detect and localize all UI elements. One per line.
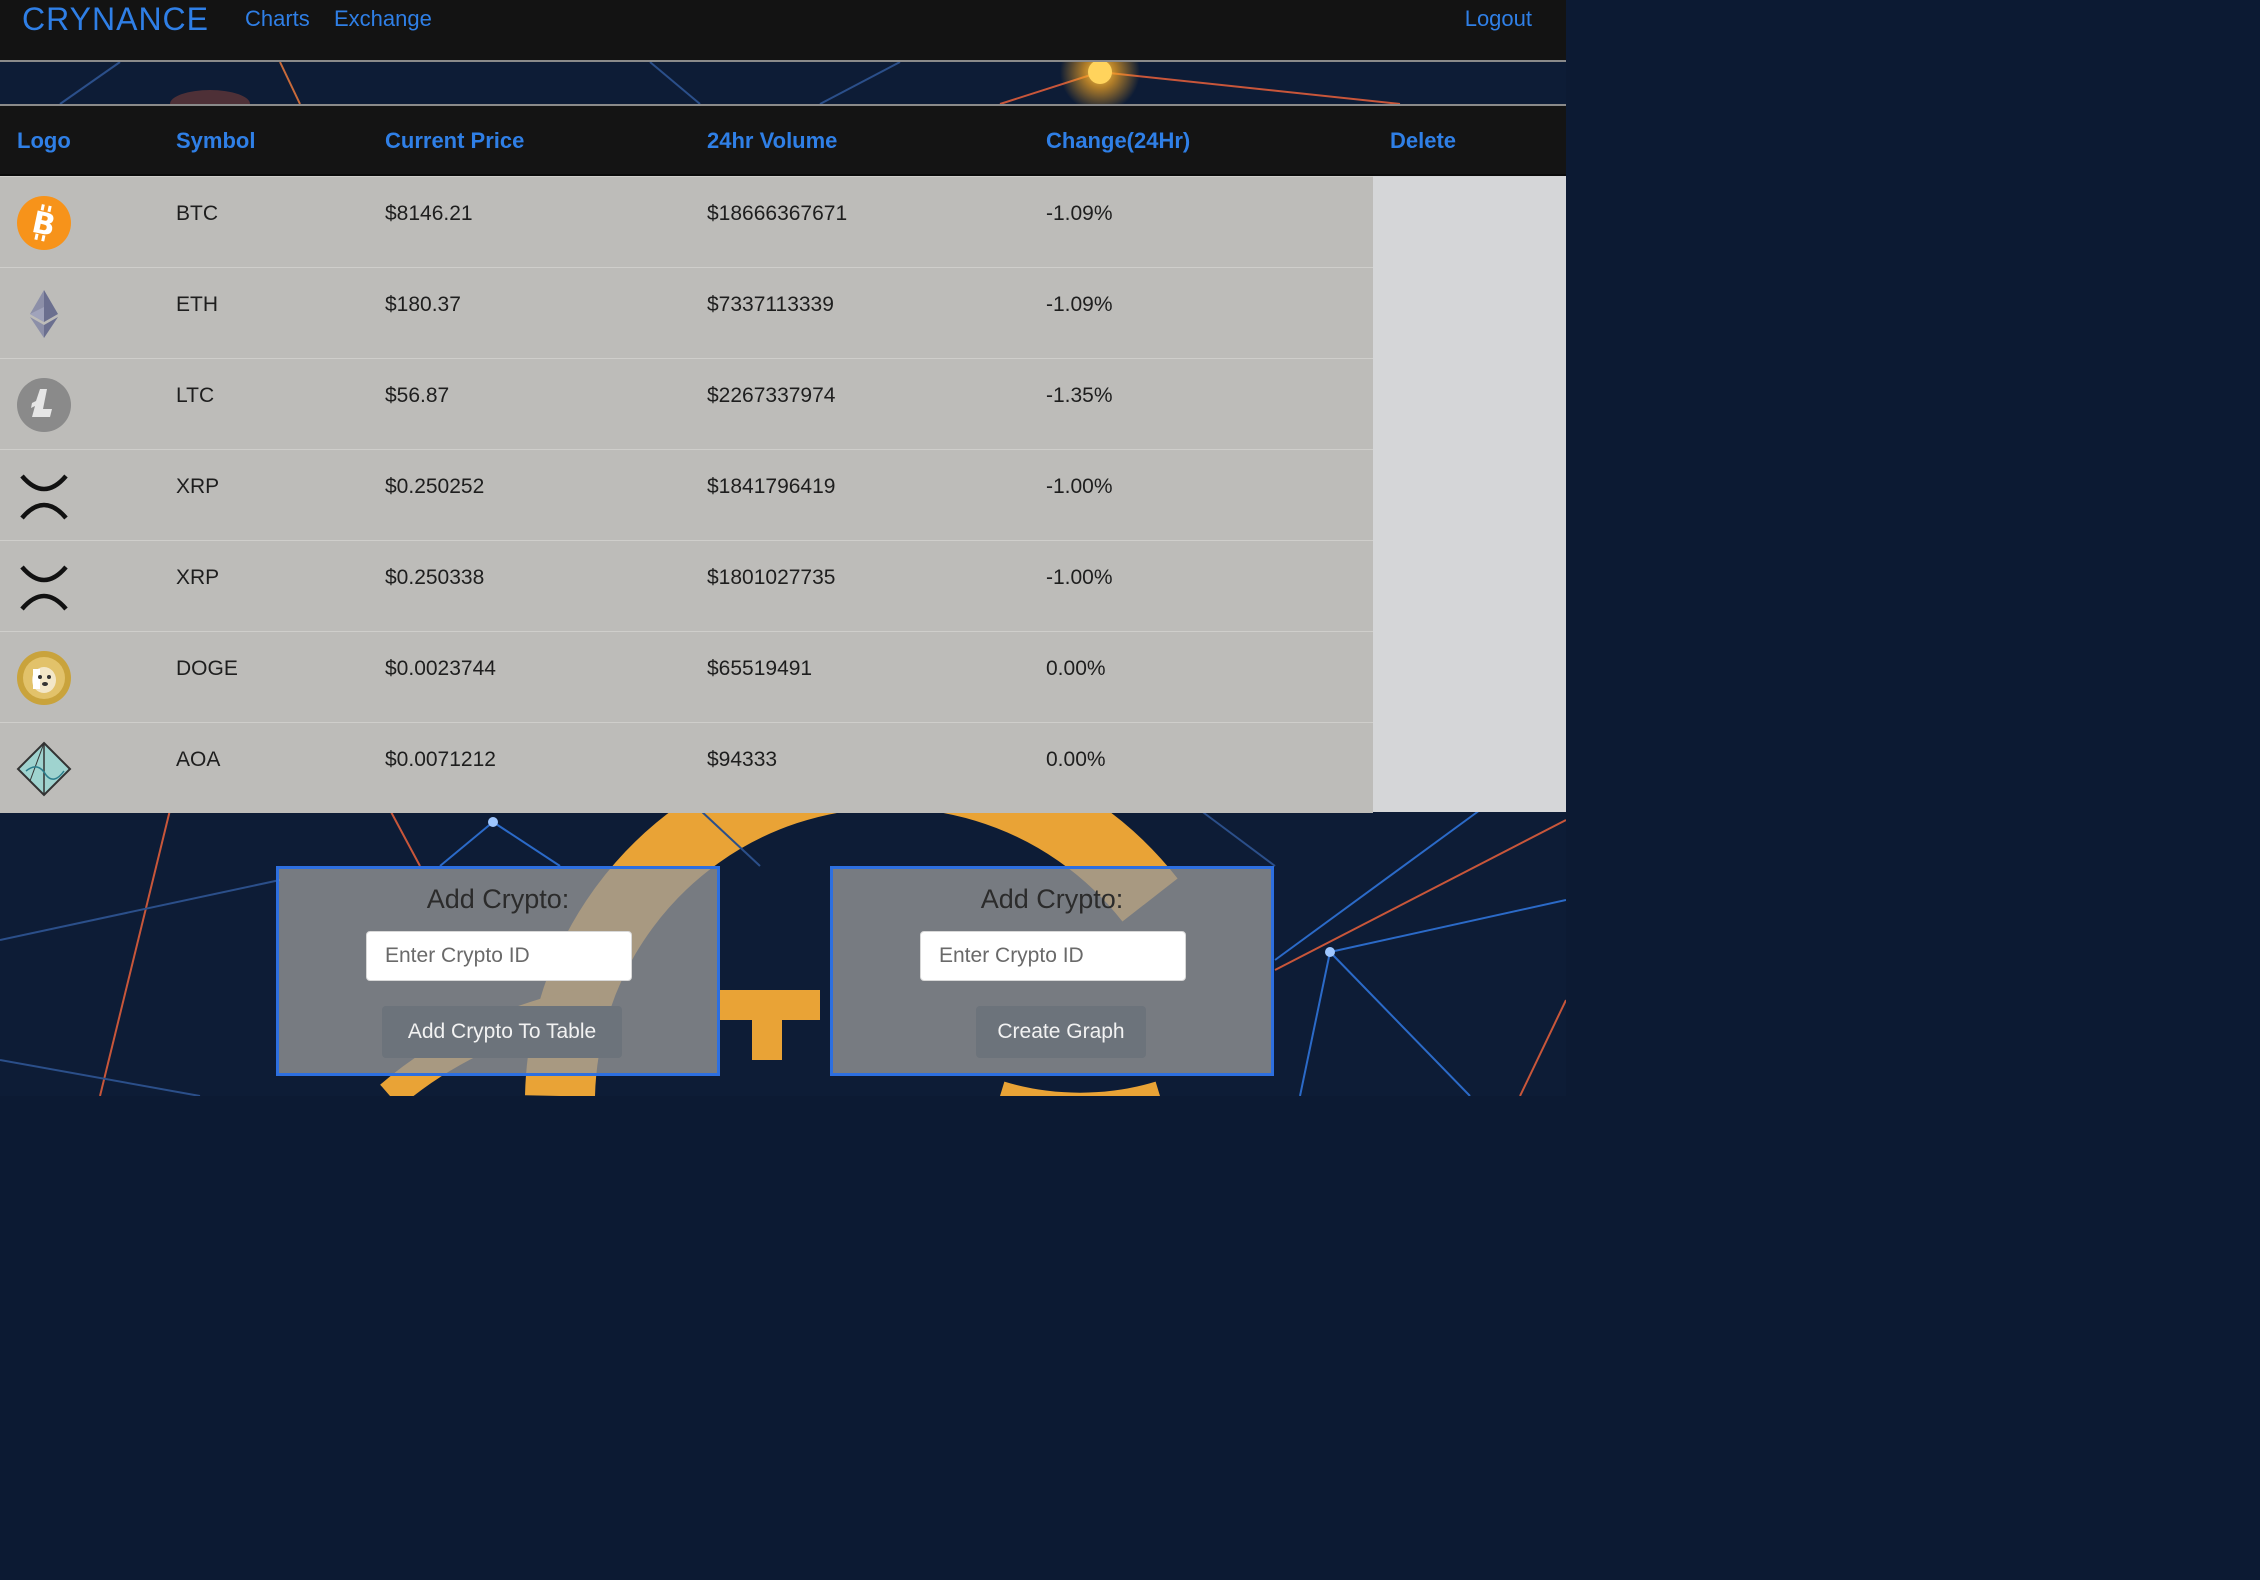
cell-volume: $1841796419 xyxy=(707,475,836,498)
cell-price: $0.250252 xyxy=(385,475,485,498)
dogecoin-icon xyxy=(16,650,72,706)
add-crypto-to-table-button[interactable]: Add Crypto To Table xyxy=(382,1006,622,1058)
delete-column xyxy=(1373,176,1566,812)
cell-price: $0.0023744 xyxy=(385,657,496,680)
table-body: B BTC $8146.21 $18666367671 -1.09% ETH $… xyxy=(0,176,1566,813)
cell-change: -1.00% xyxy=(1046,475,1113,498)
cell-price: $0.0071212 xyxy=(385,748,496,771)
cell-volume: $7337113339 xyxy=(707,293,834,316)
cell-volume: $65519491 xyxy=(707,657,813,680)
table-row: XRP $0.250252 $1841796419 -1.00% xyxy=(0,449,1373,540)
form-title: Add Crypto: xyxy=(426,884,570,914)
crypto-table: Logo Symbol Current Price 24hr Volume Ch… xyxy=(0,104,1566,813)
table-header: Logo Symbol Current Price 24hr Volume Ch… xyxy=(0,104,1566,176)
cell-volume: $1801027735 xyxy=(707,566,836,589)
bitcoin-icon: B xyxy=(16,195,72,251)
create-graph-button[interactable]: Create Graph xyxy=(976,1006,1146,1058)
form-title: Add Crypto: xyxy=(980,884,1124,914)
cell-volume: $2267337974 xyxy=(707,384,836,407)
cell-price: $8146.21 xyxy=(385,202,473,225)
cell-price: $56.87 xyxy=(385,384,450,407)
crypto-id-input[interactable] xyxy=(366,931,632,981)
nav-link-exchange[interactable]: Exchange xyxy=(334,6,432,32)
table-row: AOA $0.0071212 $94333 0.00% xyxy=(0,722,1373,813)
cell-symbol: ETH xyxy=(176,293,218,316)
cell-price: $180.37 xyxy=(385,293,461,316)
cell-volume: $18666367671 xyxy=(707,202,848,225)
cell-symbol: DOGE xyxy=(176,657,238,680)
cell-symbol: XRP xyxy=(176,566,220,589)
cell-symbol: XRP xyxy=(176,475,220,498)
cell-change: -1.35% xyxy=(1046,384,1113,407)
add-crypto-table-form: Add Crypto: Add Crypto To Table xyxy=(276,866,720,1076)
header-24hr-volume: 24hr Volume xyxy=(707,128,838,153)
ethereum-icon xyxy=(16,286,72,342)
table-row: ETH $180.37 $7337113339 -1.09% xyxy=(0,267,1373,358)
xrp-icon xyxy=(16,468,72,524)
litecoin-icon xyxy=(16,377,72,433)
header-logo: Logo xyxy=(17,128,71,153)
header-symbol: Symbol xyxy=(176,128,256,153)
nav-link-charts[interactable]: Charts xyxy=(245,6,310,32)
cell-symbol: BTC xyxy=(176,202,218,225)
cell-change: -1.09% xyxy=(1046,202,1113,225)
xrp-icon xyxy=(16,559,72,615)
create-graph-form: Add Crypto: Create Graph xyxy=(830,866,1274,1076)
brand-logo[interactable]: CRYNANCE xyxy=(22,0,209,38)
cell-change: 0.00% xyxy=(1046,748,1106,771)
table-row: B BTC $8146.21 $18666367671 -1.09% xyxy=(0,176,1373,267)
cell-change: 0.00% xyxy=(1046,657,1106,680)
graph-crypto-id-input[interactable] xyxy=(920,931,1186,981)
cell-symbol: AOA xyxy=(176,748,221,771)
table-row: LTC $56.87 $2267337974 -1.35% xyxy=(0,358,1373,449)
header-delete: Delete xyxy=(1390,128,1457,153)
cell-change: -1.00% xyxy=(1046,566,1113,589)
aoa-icon xyxy=(16,741,72,797)
top-navbar: CRYNANCE Charts Exchange Logout xyxy=(0,0,1566,62)
cell-change: -1.09% xyxy=(1046,293,1113,316)
nav-link-logout[interactable]: Logout xyxy=(1465,6,1532,32)
table-row: XRP $0.250338 $1801027735 -1.00% xyxy=(0,540,1373,631)
table-row: DOGE $0.0023744 $65519491 0.00% xyxy=(0,631,1373,722)
cell-symbol: LTC xyxy=(176,384,215,407)
cell-price: $0.250338 xyxy=(385,566,485,589)
cell-volume: $94333 xyxy=(707,748,778,771)
header-change-24hr: Change(24Hr) xyxy=(1046,128,1191,153)
header-current-price: Current Price xyxy=(385,128,525,153)
